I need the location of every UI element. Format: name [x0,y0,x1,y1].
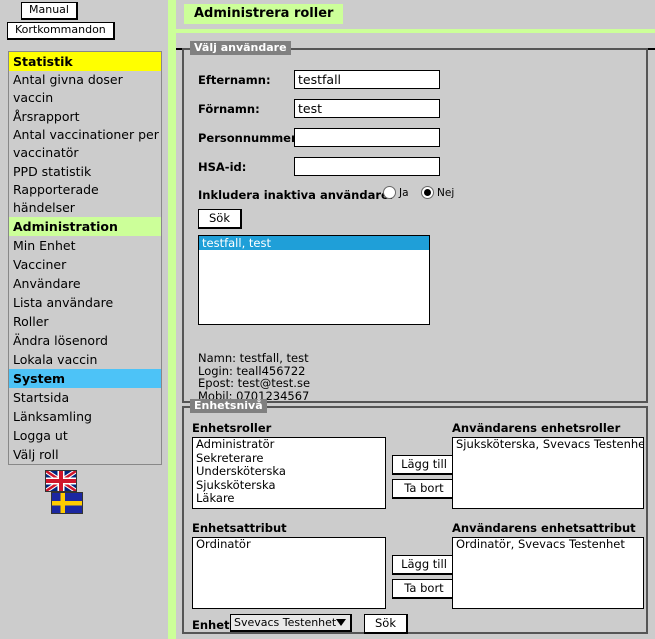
list-item[interactable]: Administratör [193,438,385,452]
list-item[interactable]: Ordinatör, Svevacs Testenhet [453,538,643,552]
sidebar-item-anvandare[interactable]: Användare [9,274,161,293]
user-detail-email: Epost: test@test.se [198,376,311,390]
sidebar-item-logga-ut[interactable]: Logga ut [9,426,161,445]
enhet-select[interactable]: Svevacs Testenhet [230,614,352,632]
title-underline [176,29,655,33]
list-item[interactable]: Sjuksköterska [193,478,385,493]
list-item[interactable]: Läkare [193,491,385,506]
anvandarens-enhetsroller-list[interactable]: Sjuksköterska, Svevacs Testenhet [452,437,644,509]
sidebar-header-administration[interactable]: Administration [9,217,161,236]
include-inactive-ja-option[interactable]: Ja [383,186,409,200]
efternamn-input[interactable] [294,70,440,89]
add-role-button[interactable]: Lägg till [392,455,457,475]
add-attribute-button[interactable]: Lägg till [392,555,457,575]
anvandarens-enhetsroller-title: Användarens enhetsroller [452,421,621,435]
field-row-efternamn: Efternamn: [198,70,458,92]
radio-nej-label: Nej [437,187,455,199]
anvandarens-enhetsattribut-list[interactable]: Ordinatör, Svevacs Testenhet [452,537,644,609]
field-row-hsa-id: HSA-id: [198,157,458,179]
sidebar-nav: Statistik Antal givna doser vaccin Årsra… [8,51,162,465]
fornamn-label: Förnamn: [198,102,260,116]
sidebar-item-roller[interactable]: Roller [9,312,161,331]
include-inactive-nej-option[interactable]: Nej [421,186,454,200]
list-item[interactable]: Ordinatör [193,538,385,552]
user-detail-name: Namn: testfall, test [198,351,309,365]
enhet-select-value: Svevacs Testenhet [234,616,337,629]
sidebar-header-statistik[interactable]: Statistik [9,52,161,71]
field-row-personnummer: Personnummer: [198,128,458,150]
sidebar-item-valj-roll[interactable]: Välj roll [9,445,161,464]
enhetsattribut-title: Enhetsattribut [192,521,287,535]
remove-attribute-button[interactable]: Ta bort [392,579,457,599]
sidebar-item-antal-vaccinationer-per-vaccinator[interactable]: Antal vaccinationer per vaccinatör [9,126,161,162]
language-flags [45,470,117,514]
flag-se-icon[interactable] [51,492,83,514]
sidebar-item-min-enhet[interactable]: Min Enhet [9,236,161,255]
remove-role-button[interactable]: Ta bort [392,479,457,499]
roles-transfer-buttons: Lägg till Ta bort [392,455,457,499]
main-content: Administrera roller Välj användare Efter… [176,0,655,639]
unit-level-panel: Enhetsnivå Enhetsroller Administratör Se… [182,399,648,634]
personnummer-label: Personnummer: [198,131,302,145]
sidebar-item-vacciner[interactable]: Vacciner [9,255,161,274]
hsa-id-input[interactable] [294,157,440,176]
anvandarens-enhetsattribut-title: Användarens enhetsattribut [452,521,636,535]
select-user-panel: Välj användare Efternamn: Förnamn: Perso… [182,41,648,403]
unit-level-legend: Enhetsnivå [190,399,267,413]
sidebar-item-startsida[interactable]: Startsida [9,388,161,407]
radio-ja-icon[interactable] [383,186,396,199]
field-row-fornamn: Förnamn: [198,99,458,121]
enhet-label: Enhet [192,618,230,632]
include-inactive-row: Inkludera inaktiva användare: Ja Nej [198,185,638,205]
app-root: Manual Kortkommandon Statistik Antal giv… [0,0,655,639]
hsa-id-label: HSA-id: [198,160,247,174]
enhetsroller-title: Enhetsroller [192,421,272,435]
select-user-legend: Välj användare [190,41,291,55]
user-result-item[interactable]: testfall, test [199,236,429,250]
radio-nej-icon[interactable] [421,186,434,199]
personnummer-input[interactable] [294,128,440,147]
list-item[interactable]: Undersköterska [193,464,385,479]
sidebar-item-rapporterade-handelser[interactable]: Rapporterade händelser [9,181,161,217]
attributes-transfer-buttons: Lägg till Ta bort [392,555,457,599]
list-item[interactable]: Sjuksköterska, Svevacs Testenhet [453,438,643,452]
left-column: Manual Kortkommandon Statistik Antal giv… [0,0,168,639]
enhetsattribut-list[interactable]: Ordinatör [192,537,386,609]
page-title: Administrera roller [184,4,344,24]
fornamn-input[interactable] [294,99,440,118]
shortcuts-button[interactable]: Kortkommandon [7,22,115,40]
search-user-button[interactable]: Sök [198,209,242,229]
enhetsroller-list[interactable]: Administratör Sekreterare Undersköterska… [192,437,386,509]
sidebar-item-arsrapport[interactable]: Årsrapport [9,107,161,126]
sidebar-item-antal-givna-doser-vaccin[interactable]: Antal givna doser vaccin [9,71,161,107]
include-inactive-label: Inkludera inaktiva användare: [198,188,394,202]
flag-uk-icon[interactable] [45,470,77,492]
sidebar-item-lokala-vaccin[interactable]: Lokala vaccin [9,350,161,369]
search-unit-button[interactable]: Sök [364,614,408,634]
radio-ja-label: Ja [399,187,409,199]
top-button-group: Manual Kortkommandon [7,2,168,40]
green-divider-rail [168,0,176,639]
chevron-down-icon [336,619,346,626]
sidebar-item-andra-losenord[interactable]: Ändra lösenord [9,331,161,350]
sidebar-item-ppd-statistik[interactable]: PPD statistik [9,162,161,181]
sidebar-item-lanksamling[interactable]: Länksamling [9,407,161,426]
efternamn-label: Efternamn: [198,73,271,87]
user-details: Namn: testfall, test Login: teall456722 … [198,352,310,402]
sidebar-header-system[interactable]: System [9,369,161,388]
list-item[interactable]: Sekreterare [193,451,385,466]
user-results-list[interactable]: testfall, test [198,235,430,325]
manual-button[interactable]: Manual [21,2,78,20]
sidebar-item-lista-anvandare[interactable]: Lista användare [9,293,161,312]
